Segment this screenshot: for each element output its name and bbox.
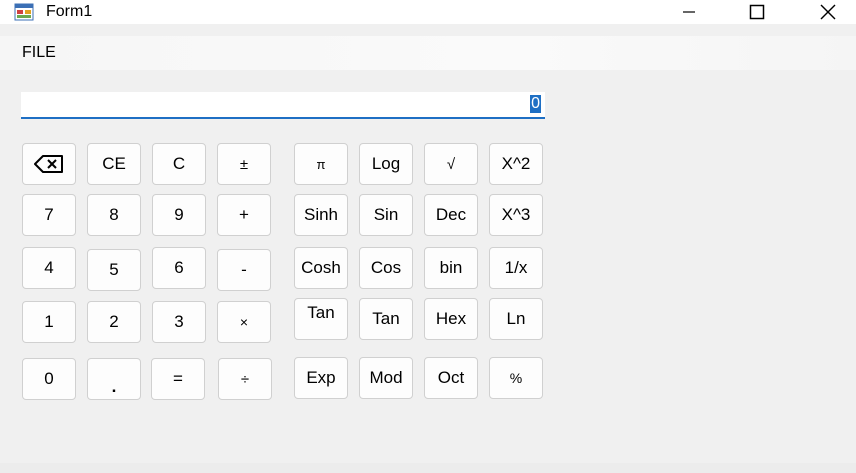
sqrt-button[interactable]: √ [424,143,478,185]
decimal-point-button[interactable]: . [87,358,141,400]
square-button[interactable]: X^2 [489,143,543,185]
divide-button[interactable]: ÷ [218,358,272,400]
tan-button[interactable]: Tan [359,298,413,340]
cube-button[interactable]: X^3 [489,194,543,236]
dec-button[interactable]: Dec [424,194,478,236]
cos-button[interactable]: Cos [359,247,413,289]
digit-8-button[interactable]: 8 [87,194,141,236]
digit-6-button[interactable]: 6 [152,247,206,289]
backspace-button[interactable] [22,143,76,185]
equals-button[interactable]: = [151,358,205,400]
window-bottom-edge [0,463,856,473]
digit-4-button[interactable]: 4 [22,247,76,289]
window-title: Form1 [46,3,93,20]
plus-minus-button[interactable]: ± [217,143,271,185]
multiply-button[interactable]: × [217,301,271,343]
digit-5-button[interactable]: 5 [87,249,141,291]
mod-button[interactable]: Mod [359,357,413,399]
clear-entry-button[interactable]: CE [87,143,141,185]
display-textbox[interactable]: 0 [21,92,545,119]
digit-9-button[interactable]: 9 [152,194,206,236]
reciprocal-button[interactable]: 1/x [489,247,543,289]
pi-button[interactable]: π [294,143,348,185]
exp-button[interactable]: Exp [294,357,348,399]
display-value: 0 [530,95,541,113]
oct-button[interactable]: Oct [424,357,478,399]
ln-button[interactable]: Ln [489,298,543,340]
maximize-button[interactable] [734,0,780,24]
subtract-button[interactable]: - [217,249,271,291]
close-button[interactable] [805,0,851,24]
app-icon [14,3,34,21]
clear-button[interactable]: C [152,143,206,185]
digit-3-button[interactable]: 3 [152,301,206,343]
menu-bar: FILE [0,36,856,70]
hex-button[interactable]: Hex [424,298,478,340]
title-bar: Form1 [0,0,856,24]
digit-0-button[interactable]: 0 [22,358,76,400]
minimize-icon [683,11,695,13]
add-button[interactable]: + [217,194,271,236]
tanh-button[interactable]: Tan [294,298,348,340]
digit-7-button[interactable]: 7 [22,194,76,236]
maximize-icon [749,4,765,20]
bin-button[interactable]: bin [424,247,478,289]
close-icon [820,4,836,20]
log-button[interactable]: Log [359,143,413,185]
backspace-icon [34,155,63,173]
sinh-button[interactable]: Sinh [294,194,348,236]
minimize-button[interactable] [666,0,712,24]
percent-button[interactable]: % [489,357,543,399]
digit-2-button[interactable]: 2 [87,301,141,343]
digit-1-button[interactable]: 1 [22,301,76,343]
cosh-button[interactable]: Cosh [294,247,348,289]
menu-file[interactable]: FILE [22,43,56,63]
sin-button[interactable]: Sin [359,194,413,236]
